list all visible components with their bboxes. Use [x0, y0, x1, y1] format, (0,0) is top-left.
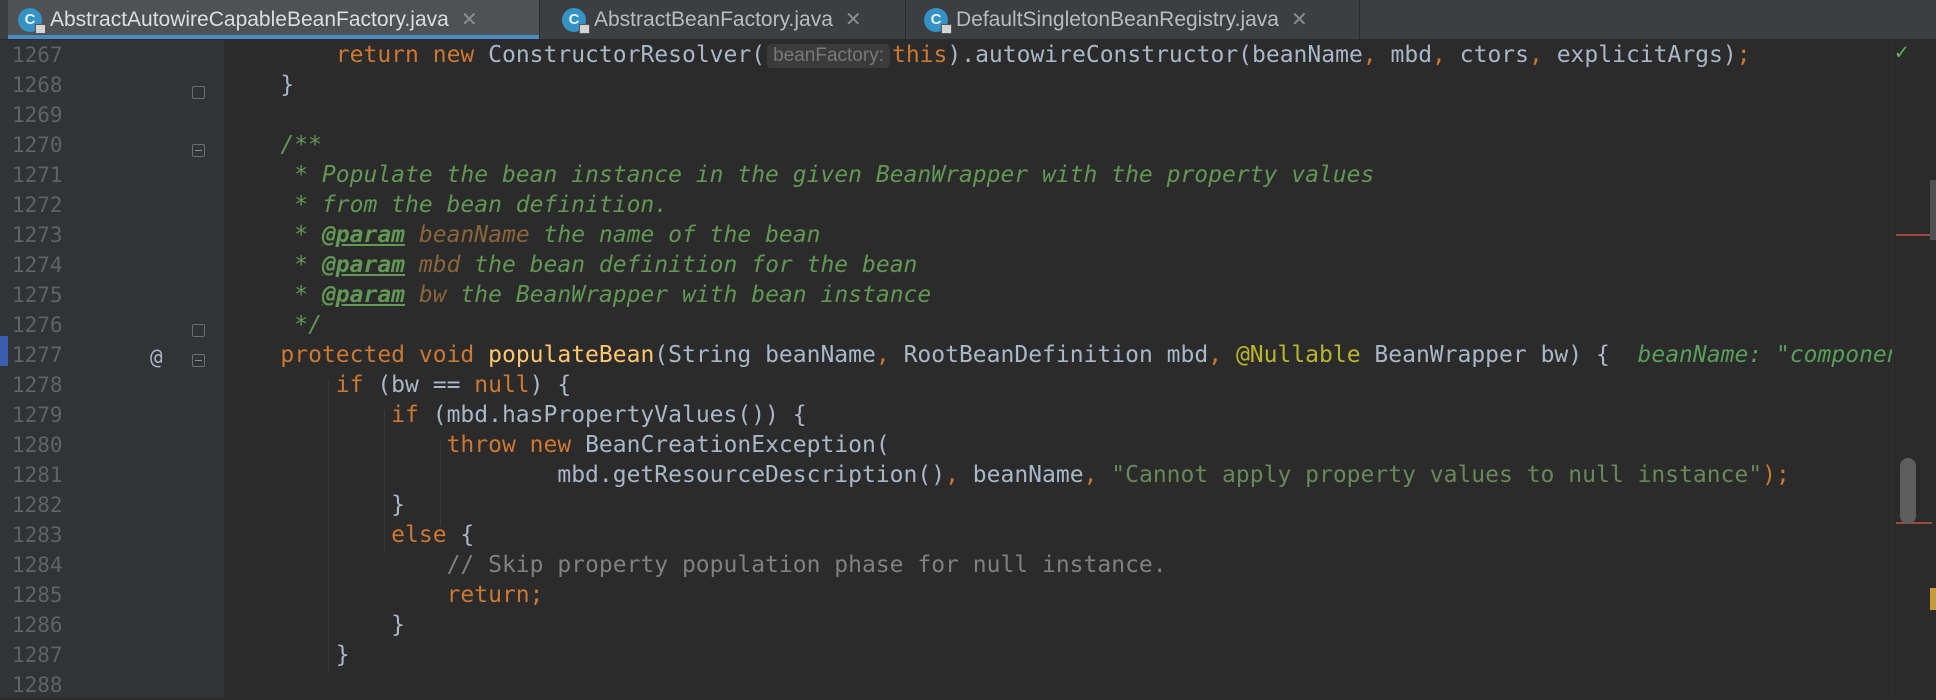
- code-text: protected void populateBean(String beanN…: [280, 342, 1915, 368]
- code-text: if (mbd.hasPropertyValues()) {: [391, 402, 807, 428]
- line-number: 1281: [12, 463, 63, 487]
- line-number: 1279: [12, 403, 63, 427]
- code-line: 1274 * @param mbd the bean definition fo…: [0, 250, 1896, 280]
- code-text: if (bw == null) {: [335, 372, 572, 398]
- doc-comment: * @param beanName the name of the bean: [280, 222, 821, 248]
- code-line: 1280 throw new BeanCreationException(: [0, 430, 1896, 460]
- code-line: 1273 * @param beanName the name of the b…: [0, 220, 1896, 250]
- code-text: }: [391, 492, 406, 518]
- code-text: return new ConstructorResolver(beanFacto…: [335, 42, 1751, 68]
- line-number: 1268: [12, 73, 63, 97]
- line-number: 1271: [12, 163, 63, 187]
- parameter-hint: beanFactory:: [767, 43, 890, 68]
- code-line: 1279 if (mbd.hasPropertyValues()) {: [0, 400, 1896, 430]
- code-line: 1281 mbd.getResourceDescription(), beanN…: [0, 460, 1896, 490]
- tab-default-singleton-bean-registry[interactable]: C DefaultSingletonBeanRegistry.java ✕: [914, 0, 1360, 39]
- line-number: 1275: [12, 283, 63, 307]
- code-text: mbd.getResourceDescription(), beanName, …: [557, 462, 1790, 488]
- code-line: 1287 }: [0, 640, 1896, 670]
- java-class-icon: C: [924, 7, 952, 34]
- line-number: 1283: [12, 523, 63, 547]
- close-tab-icon[interactable]: ✕: [845, 7, 862, 32]
- tab-label: AbstractAutowireCapableBeanFactory.java: [50, 7, 449, 31]
- line-number: 1288: [12, 673, 63, 697]
- debugger-inline-value: beanName: "component: [1637, 342, 1915, 368]
- close-tab-icon[interactable]: ✕: [461, 7, 478, 32]
- line-number: 1286: [12, 613, 63, 637]
- line-number: 1267: [12, 43, 63, 67]
- lock-icon: [579, 23, 590, 34]
- code-text: throw new BeanCreationException(: [446, 432, 890, 458]
- line-number: 1280: [12, 433, 63, 457]
- lock-icon: [35, 23, 46, 34]
- java-class-icon: C: [18, 7, 46, 34]
- code-line: 1270 /**: [0, 130, 1896, 160]
- line-number: 1277: [12, 343, 63, 367]
- editor-tab-bar: C AbstractAutowireCapableBeanFactory.jav…: [0, 0, 1936, 40]
- lock-icon: [941, 23, 952, 34]
- tab-abstract-autowire-capable-bean-factory[interactable]: C AbstractAutowireCapableBeanFactory.jav…: [8, 0, 540, 39]
- close-tab-icon[interactable]: ✕: [1291, 7, 1308, 32]
- line-number: 1276: [12, 313, 63, 337]
- code-line: 1276 */: [0, 310, 1896, 340]
- code-line: 1288: [0, 670, 1896, 700]
- tab-abstract-bean-factory[interactable]: C AbstractBeanFactory.java ✕: [552, 0, 906, 39]
- code-line: 1272 * from the bean definition.: [0, 190, 1896, 220]
- line-number: 1274: [12, 253, 63, 277]
- code-line: 1283 else {: [0, 520, 1896, 550]
- code-line: 1278 if (bw == null) {: [0, 370, 1896, 400]
- line-number: 1270: [12, 133, 63, 157]
- line-comment: // Skip property population phase for nu…: [446, 552, 1167, 578]
- code-line: 1277 protected void populateBean(String …: [0, 340, 1914, 370]
- doc-comment: * Populate the bean instance in the give…: [280, 162, 1375, 188]
- code-line: 1286 }: [0, 610, 1896, 640]
- doc-comment: /**: [280, 132, 322, 158]
- line-number: 1269: [12, 103, 63, 127]
- line-number: 1273: [12, 223, 63, 247]
- code-editor[interactable]: @ 1267 return new ConstructorResolver(be…: [0, 40, 1936, 698]
- code-line: 1268 }: [0, 70, 1896, 100]
- code-text: }: [280, 72, 295, 98]
- inspection-ok-icon[interactable]: ✓: [1895, 40, 1908, 65]
- tab-label: DefaultSingletonBeanRegistry.java: [956, 7, 1279, 31]
- doc-comment: * @param bw the BeanWrapper with bean in…: [280, 282, 932, 308]
- right-edge-marker: [1930, 588, 1936, 610]
- right-edge-strip: [1930, 180, 1936, 240]
- code-line: 1284 // Skip property population phase f…: [0, 550, 1896, 580]
- code-line: 1285 return;: [0, 580, 1896, 610]
- error-stripe-mark[interactable]: [1896, 522, 1932, 524]
- line-number: 1282: [12, 493, 63, 517]
- line-number: 1287: [12, 643, 63, 667]
- error-stripe-mark[interactable]: [1896, 234, 1932, 236]
- line-number: 1284: [12, 553, 63, 577]
- code-line: 1267 return new ConstructorResolver(bean…: [0, 40, 1896, 70]
- java-class-icon: C: [562, 7, 590, 34]
- scrollbar-thumb[interactable]: [1900, 458, 1916, 524]
- line-number: 1278: [12, 373, 63, 397]
- doc-comment: * from the bean definition.: [280, 192, 669, 218]
- code-line: 1269: [0, 100, 1896, 130]
- tab-label: AbstractBeanFactory.java: [594, 7, 833, 31]
- doc-comment: */: [280, 312, 322, 338]
- code-text: else {: [391, 522, 475, 548]
- doc-comment: * @param mbd the bean definition for the…: [280, 252, 918, 278]
- line-number: 1285: [12, 583, 63, 607]
- code-line: 1275 * @param bw the BeanWrapper with be…: [0, 280, 1896, 310]
- code-line: 1282 }: [0, 490, 1896, 520]
- code-text: }: [335, 642, 350, 668]
- line-number: 1272: [12, 193, 63, 217]
- code-text: }: [391, 612, 406, 638]
- code-text: return;: [446, 582, 544, 608]
- code-line: 1271 * Populate the bean instance in the…: [0, 160, 1896, 190]
